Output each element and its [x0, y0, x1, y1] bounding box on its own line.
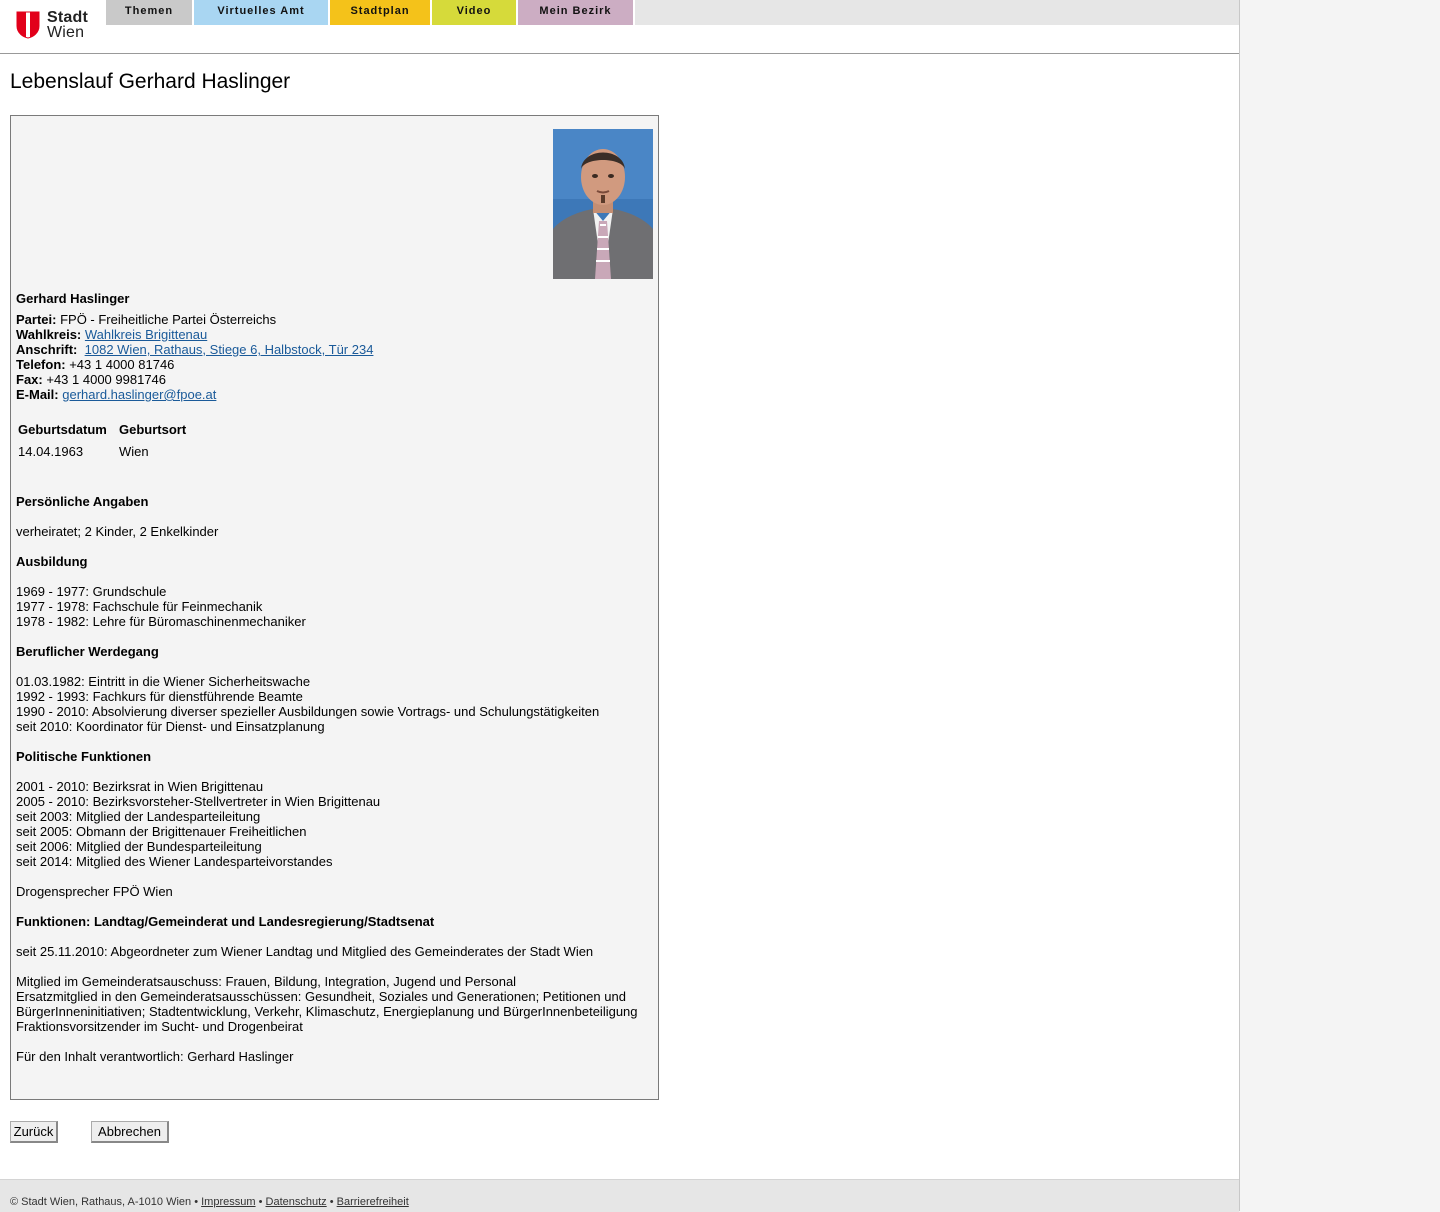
tab-video[interactable]: Video: [432, 0, 518, 25]
footer-copyright: © Stadt Wien, Rathaus, A-1010 Wien: [10, 1196, 192, 1208]
wahlkreis-link[interactable]: Wahlkreis Brigittenau: [85, 327, 207, 342]
committee-item: Fraktionsvorsitzender im Sucht- und Drog…: [16, 1019, 303, 1034]
main-nav: Themen Virtuelles Amt Stadtplan Video Me…: [106, 0, 1239, 25]
wahlkreis-row: Wahlkreis: Wahlkreis Brigittenau: [16, 327, 207, 342]
email-link[interactable]: gerhard.haslinger@fpoe.at: [62, 387, 216, 402]
political-item: seit 2003: Mitglied der Landesparteileit…: [16, 809, 261, 824]
footer-separator: •: [329, 1196, 334, 1208]
birth-date-header: Geburtsdatum: [18, 422, 107, 437]
personal-text: verheiratet; 2 Kinder, 2 Enkelkinder: [16, 524, 219, 539]
footer-separator: •: [194, 1196, 199, 1208]
impressum-link[interactable]: Impressum: [201, 1196, 255, 1208]
drogen-text: Drogensprecher FPÖ Wien: [16, 884, 173, 899]
site-header: Stadt Wien Themen Virtuelles Amt Stadtpl…: [0, 0, 1239, 54]
footer-separator: •: [258, 1196, 263, 1208]
site-footer: © Stadt Wien, Rathaus, A-1010 Wien • Imp…: [0, 1179, 1239, 1212]
career-heading: Beruflicher Werdegang: [16, 644, 159, 659]
birth-place-value: Wien: [119, 444, 149, 459]
page-title: Lebenslauf Gerhard Haslinger: [10, 70, 291, 93]
birth-place-header: Geburtsort: [119, 422, 187, 437]
functions-text: seit 25.11.2010: Abgeordneter zum Wiener…: [16, 944, 594, 959]
tab-virtuelles-amt[interactable]: Virtuelles Amt: [194, 0, 330, 25]
page: Stadt Wien Themen Virtuelles Amt Stadtpl…: [0, 0, 1240, 1212]
wien-shield-icon: [16, 11, 40, 39]
datenschutz-link[interactable]: Datenschutz: [266, 1196, 327, 1208]
back-button[interactable]: Zurück: [10, 1121, 58, 1143]
email-row: E-Mail: gerhard.haslinger@fpoe.at: [16, 387, 216, 402]
profile-name: Gerhard Haslinger: [16, 291, 130, 306]
tab-themen[interactable]: Themen: [106, 0, 194, 25]
barrierefreiheit-link[interactable]: Barrierefreiheit: [337, 1196, 409, 1208]
anschrift-link[interactable]: 1082 Wien, Rathaus, Stiege 6, Halbstock,…: [85, 342, 374, 357]
birth-date-value: 14.04.1963: [18, 444, 84, 459]
personal-heading: Persönliche Angaben: [16, 494, 149, 509]
education-heading: Ausbildung: [16, 554, 88, 569]
political-heading: Politische Funktionen: [16, 749, 152, 764]
career-item: 01.03.1982: Eintritt in die Wiener Siche…: [16, 674, 311, 689]
stadt-wien-logo[interactable]: Stadt Wien: [16, 10, 96, 42]
political-item: 2001 - 2010: Bezirksrat in Wien Brigitte…: [16, 779, 264, 794]
partei-value: FPÖ - Freiheitliche Partei Österreichs: [60, 312, 277, 327]
profile-card: Gerhard Haslinger Partei: FPÖ - Freiheit…: [10, 115, 659, 1100]
wahlkreis-label: Wahlkreis:: [16, 327, 82, 342]
education-item: 1977 - 1978: Fachschule für Feinmechanik: [16, 599, 263, 614]
portrait-photo: [553, 129, 653, 279]
functions-heading: Funktionen: Landtag/Gemeinderat und Land…: [16, 914, 435, 929]
education-item: 1978 - 1982: Lehre für Büromaschinenmech…: [16, 614, 306, 629]
partei-row: Partei: FPÖ - Freiheitliche Partei Öster…: [16, 312, 276, 327]
career-item: 1990 - 2010: Absolvierung diverser spezi…: [16, 704, 600, 719]
telefon-value: +43 1 4000 81746: [69, 357, 175, 372]
career-item: 1992 - 1993: Fachkurs für dienstführende…: [16, 689, 303, 704]
tab-stadtplan[interactable]: Stadtplan: [330, 0, 432, 25]
logo-line2: Wien: [47, 24, 85, 41]
political-item: seit 2005: Obmann der Brigittenauer Frei…: [16, 824, 307, 839]
education-item: 1969 - 1977: Grundschule: [16, 584, 167, 599]
committee-item: Ersatzmitglied in den Gemeinderatsaussch…: [16, 989, 626, 1004]
political-item: seit 2014: Mitglied des Wiener Landespar…: [16, 854, 333, 869]
fax-row: Fax: +43 1 4000 9981746: [16, 372, 166, 387]
committee-item: Mitglied im Gemeinderatsauschuss: Frauen…: [16, 974, 517, 989]
committee-item: BürgerInneninitiativen; Stadtentwicklung…: [16, 1004, 638, 1019]
tab-mein-bezirk[interactable]: Mein Bezirk: [518, 0, 635, 25]
career-item: seit 2010: Koordinator für Dienst- und E…: [16, 719, 325, 734]
telefon-row: Telefon: +43 1 4000 81746: [16, 357, 174, 372]
anschrift-label: Anschrift:: [16, 342, 78, 357]
footer-text: © Stadt Wien, Rathaus, A-1010 Wien • Imp…: [10, 1196, 409, 1208]
fax-label: Fax:: [16, 372, 43, 387]
political-item: 2005 - 2010: Bezirksvorsteher-Stellvertr…: [16, 794, 381, 809]
email-label: E-Mail:: [16, 387, 59, 402]
partei-label: Partei:: [16, 312, 57, 327]
telefon-label: Telefon:: [16, 357, 66, 372]
cancel-button[interactable]: Abbrechen: [91, 1121, 169, 1143]
fax-value: +43 1 4000 9981746: [46, 372, 167, 387]
political-item: seit 2006: Mitglied der Bundesparteileit…: [16, 839, 262, 854]
anschrift-row: Anschrift: 1082 Wien, Rathaus, Stiege 6,…: [16, 342, 373, 357]
responsible-text: Für den Inhalt verantwortlich: Gerhard H…: [16, 1049, 294, 1064]
